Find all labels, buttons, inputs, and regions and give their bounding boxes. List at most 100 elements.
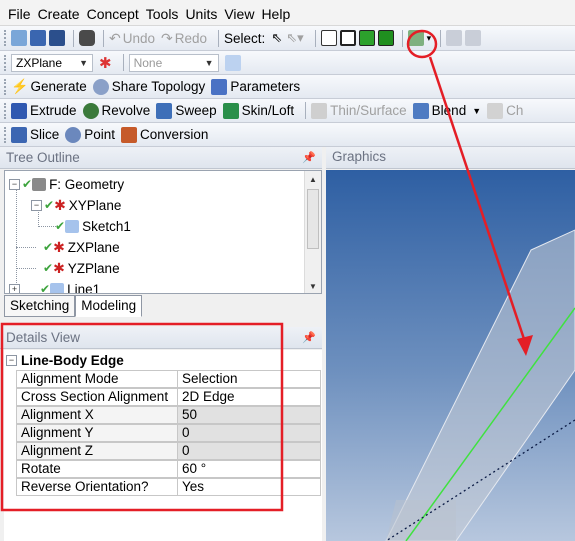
generate-button[interactable]: Generate: [30, 79, 86, 94]
details-row-rotate[interactable]: Rotate 60 °: [16, 460, 321, 478]
parameters-icon: [211, 78, 228, 95]
toolbar-grip[interactable]: [4, 54, 7, 71]
select-edge-icon[interactable]: [339, 30, 356, 46]
select-mode-icon[interactable]: ⇖: [271, 30, 282, 46]
separator: [103, 29, 104, 47]
sweep-button[interactable]: Sweep: [175, 103, 216, 118]
check-icon: ✔: [43, 240, 54, 254]
scroll-down-icon[interactable]: ▼: [305, 278, 321, 293]
extend-selection-icon[interactable]: [407, 30, 424, 46]
parameters-button[interactable]: Parameters: [230, 79, 300, 94]
toolbar-grip[interactable]: [4, 78, 7, 95]
menu-tools[interactable]: Tools: [146, 6, 179, 25]
menu-units[interactable]: Units: [185, 6, 217, 25]
details-group-header[interactable]: − Line-Body Edge: [6, 351, 124, 369]
details-row-cross-section-alignment[interactable]: Cross Section Alignment 2D Edge: [16, 388, 321, 406]
zoom-fit-icon[interactable]: [465, 30, 482, 46]
new-icon[interactable]: [11, 30, 27, 46]
select-body-icon[interactable]: [377, 30, 394, 46]
zoom-box-icon[interactable]: [446, 30, 463, 46]
details-row-alignment-z[interactable]: Alignment Z 0: [16, 442, 321, 460]
details-value[interactable]: Yes: [177, 478, 321, 496]
toolbar-grip[interactable]: [4, 102, 7, 119]
details-key: Rotate: [16, 460, 177, 478]
tree-item-zxplane[interactable]: ✔ ✱ ZXPlane: [43, 237, 120, 257]
chamfer-button[interactable]: Ch: [506, 103, 523, 118]
toolbar-grip[interactable]: [4, 30, 7, 46]
menu-view[interactable]: View: [224, 6, 254, 25]
redo-button[interactable]: Redo: [175, 31, 207, 46]
graphics-viewport[interactable]: [326, 170, 575, 541]
toolbar-grip[interactable]: [4, 126, 7, 143]
revolve-icon: [82, 102, 99, 119]
save-icon[interactable]: [30, 30, 46, 46]
select-filter-icon[interactable]: ⇖▾: [286, 30, 303, 46]
menu-create[interactable]: Create: [38, 6, 80, 25]
details-key: Reverse Orientation?: [16, 478, 177, 496]
extrude-button[interactable]: Extrude: [30, 103, 77, 118]
tab-modeling[interactable]: Modeling: [75, 295, 143, 317]
thin-surface-button[interactable]: Thin/Surface: [330, 103, 407, 118]
tree-outline-title: Tree Outline: [6, 150, 80, 165]
select-vertex-icon[interactable]: [320, 30, 337, 46]
details-value[interactable]: 50: [177, 406, 321, 424]
separator: [218, 29, 220, 47]
undo-button[interactable]: Undo: [123, 31, 155, 46]
plane-icon: ✱: [54, 196, 66, 213]
skin-loft-button[interactable]: Skin/Loft: [242, 103, 295, 118]
tree-item-yzplane[interactable]: ✔ ✱ YZPlane: [43, 258, 120, 278]
blend-button[interactable]: Blend: [432, 103, 467, 118]
tree-item-geometry[interactable]: − ✔ F: Geometry: [9, 174, 124, 194]
details-value[interactable]: 0: [177, 424, 321, 442]
plane-icon: ✱: [53, 238, 65, 255]
details-row-alignment-x[interactable]: Alignment X 50: [16, 406, 321, 424]
scroll-thumb[interactable]: [307, 189, 319, 249]
menu-bar: File Create Concept Tools Units View Hel…: [0, 0, 575, 26]
tree-item-sketch1[interactable]: ✔ Sketch1: [55, 216, 131, 236]
conversion-button[interactable]: Conversion: [140, 127, 208, 142]
scroll-up-icon[interactable]: ▲: [305, 171, 321, 188]
new-plane-icon[interactable]: ✱: [99, 54, 112, 72]
collapse-icon[interactable]: −: [6, 354, 17, 366]
select-face-icon[interactable]: [358, 30, 375, 46]
beam-body: [385, 229, 575, 541]
menu-help[interactable]: Help: [261, 6, 290, 25]
menu-file[interactable]: File: [8, 6, 31, 25]
tree-scrollbar[interactable]: ▲ ▼: [304, 171, 321, 293]
point-button[interactable]: Point: [84, 127, 115, 142]
share-topology-button[interactable]: Share Topology: [112, 79, 206, 94]
menu-concept[interactable]: Concept: [87, 6, 139, 25]
save-all-icon[interactable]: [49, 30, 65, 46]
details-row-alignment-mode[interactable]: Alignment Mode Selection: [16, 370, 321, 388]
new-sketch-icon[interactable]: [224, 54, 241, 71]
details-value[interactable]: 0: [177, 442, 321, 460]
chevron-down-icon[interactable]: ▾: [427, 33, 432, 44]
pin-icon[interactable]: 📌: [302, 151, 316, 164]
tree-item-label: Sketch1: [82, 218, 131, 234]
tree-connector: [16, 268, 36, 269]
collapse-icon[interactable]: −: [31, 199, 42, 211]
details-key: Alignment X: [16, 406, 177, 424]
details-value[interactable]: Selection: [177, 370, 321, 388]
revolve-button[interactable]: Revolve: [102, 103, 151, 118]
plane-dropdown[interactable]: ZXPlane ▼: [11, 53, 93, 72]
details-value[interactable]: 60 °: [177, 460, 321, 478]
details-row-alignment-y[interactable]: Alignment Y 0: [16, 424, 321, 442]
tree-item-line1[interactable]: + ✔ Line1: [9, 279, 100, 293]
check-icon: ✔: [44, 198, 55, 212]
tree-outline-header: Tree Outline 📌: [0, 147, 322, 169]
camera-icon[interactable]: [79, 30, 95, 46]
tree-item-xyplane[interactable]: − ✔ ✱ XYPlane: [31, 195, 121, 215]
undo-icon[interactable]: ↶: [109, 30, 121, 47]
chevron-down-icon[interactable]: ▼: [472, 106, 481, 116]
collapse-icon[interactable]: −: [9, 178, 20, 190]
check-icon: ✔: [22, 177, 33, 191]
details-value[interactable]: 2D Edge: [177, 388, 321, 406]
expand-icon[interactable]: +: [9, 283, 20, 293]
slice-button[interactable]: Slice: [30, 127, 59, 142]
pin-icon[interactable]: 📌: [302, 331, 316, 344]
redo-icon[interactable]: ↷: [161, 30, 173, 47]
tab-sketching[interactable]: Sketching: [4, 295, 76, 317]
details-row-reverse-orientation[interactable]: Reverse Orientation? Yes: [16, 478, 321, 496]
sketch-dropdown[interactable]: None ▼: [128, 53, 219, 72]
